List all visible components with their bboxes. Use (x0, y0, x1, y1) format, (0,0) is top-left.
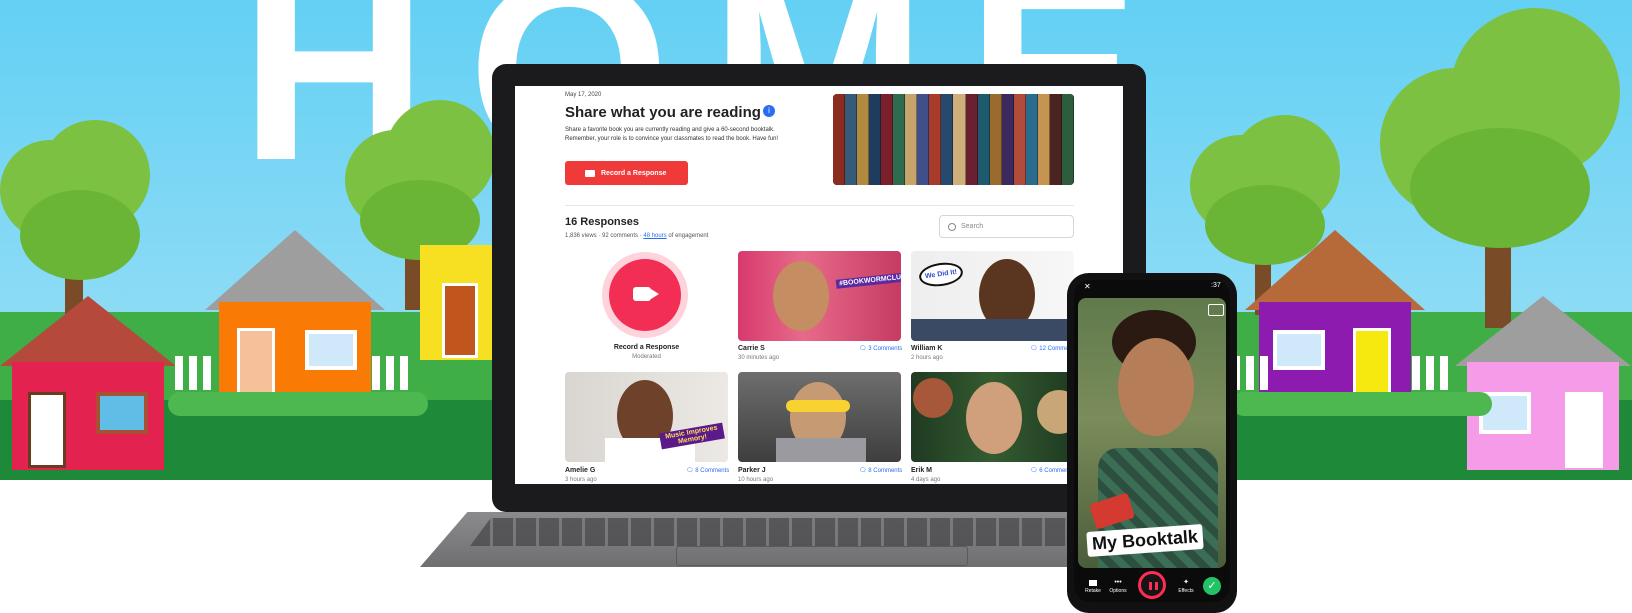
tile-time: 3 hours ago (565, 477, 597, 483)
more-icon: ••• (1114, 579, 1122, 586)
record-tile-sub: Moderated (632, 354, 661, 360)
laptop-keyboard (470, 518, 1160, 546)
tile-name: Parker J (738, 467, 766, 474)
tile-time: 30 minutes ago (738, 355, 780, 361)
house-orange (205, 230, 385, 405)
fence-left (175, 356, 215, 390)
tile-name: Amelie G (565, 467, 596, 474)
comment-icon: 🗨 (1030, 346, 1040, 352)
video-camera-icon (633, 287, 651, 301)
house-pink (1455, 296, 1632, 471)
tile-comments[interactable]: 🗨 8 Comments (686, 467, 729, 474)
fence-right (1232, 356, 1272, 390)
close-icon[interactable]: ✕ (1084, 282, 1091, 291)
response-tile-amelie[interactable]: Music Improves Memory! (565, 372, 728, 462)
comment-icon: 🗨 (1030, 468, 1040, 474)
camera-icon (585, 169, 595, 177)
search-placeholder: Search (961, 223, 984, 230)
retake-button[interactable]: Retake (1082, 580, 1104, 594)
responses-stats: 1,836 views · 92 comments · 48 hours of … (565, 233, 709, 239)
search-input[interactable]: Search (939, 215, 1074, 238)
response-tile-william[interactable]: We Did It! (911, 251, 1074, 341)
fence-right-2 (1412, 356, 1452, 390)
comment-icon: 🗨 (859, 346, 869, 352)
tile-time: 2 hours ago (911, 355, 943, 361)
comment-icon: 🗨 (686, 468, 696, 474)
tile-name: Erik M (911, 467, 933, 474)
retake-icon (1089, 580, 1097, 586)
tile-sticker: We Did It! (917, 260, 965, 289)
record-response-label: Record a Response (601, 169, 667, 177)
info-icon[interactable]: i (763, 105, 775, 117)
record-tile-label: Record a Response (613, 344, 680, 351)
fence-left-2 (372, 356, 412, 390)
tile-comments[interactable]: 🗨 3 Comments (859, 345, 902, 352)
search-icon (948, 222, 956, 231)
house-red (0, 296, 176, 471)
pause-button[interactable] (1138, 571, 1166, 599)
house-purple (1245, 230, 1425, 405)
section-divider (565, 205, 1074, 206)
response-tile-carrie[interactable]: #BOOKWORMCLUB (738, 251, 901, 341)
tile-time: 10 hours ago (738, 477, 774, 483)
laptop-trackpad (676, 546, 968, 566)
responses-heading: 16 Responses (565, 216, 639, 228)
prompt-description: Share a favorite book you are currently … (565, 127, 779, 142)
prompt-title: Share what you are reading (565, 104, 761, 121)
comment-icon: 🗨 (859, 468, 869, 474)
tile-comments[interactable]: 🗨 8 Comments (859, 467, 902, 474)
effects-button[interactable]: ✦ Effects (1174, 579, 1198, 594)
confirm-check-icon[interactable]: ✓ (1203, 577, 1221, 595)
tile-name: William K (911, 345, 943, 352)
bush-right (1232, 392, 1492, 416)
tile-name: Carrie S (738, 345, 765, 352)
record-response-button[interactable]: Record a Response (565, 161, 688, 185)
prompt-date: May 17, 2020 (565, 92, 602, 98)
recording-timer: :37 (1211, 282, 1221, 289)
bush-left (168, 392, 428, 416)
hero-scene: HOME (0, 0, 1632, 613)
bookshelf-image (833, 94, 1074, 185)
house-yellow (420, 195, 495, 365)
response-tile-erik[interactable] (911, 372, 1074, 462)
tile-sticker: #BOOKWORMCLUB (835, 272, 901, 289)
effects-icon: ✦ (1183, 579, 1189, 586)
options-button[interactable]: ••• Options (1106, 579, 1130, 594)
record-response-circle[interactable] (609, 259, 681, 331)
tile-time: 4 days ago (911, 477, 941, 483)
response-tile-parker[interactable] (738, 372, 901, 462)
flip-camera-icon[interactable] (1208, 304, 1224, 316)
engagement-link[interactable]: 48 hours (643, 233, 666, 239)
